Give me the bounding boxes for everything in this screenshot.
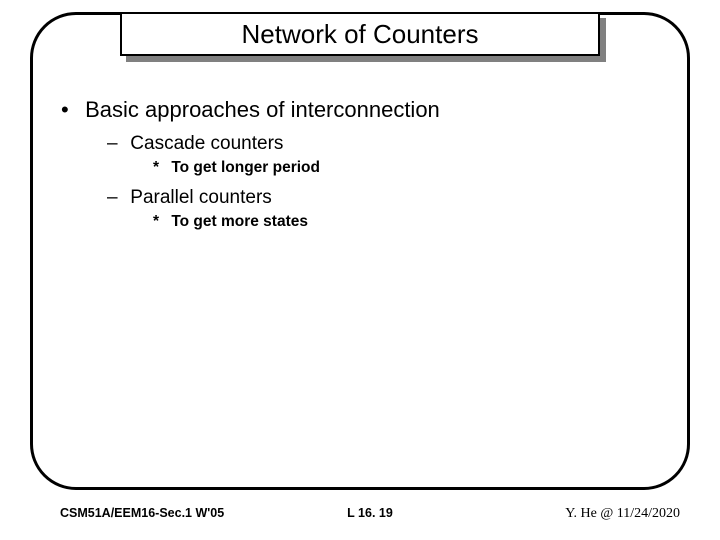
- footer-left: CSM51A/EEM16-Sec.1 W'05: [60, 506, 224, 520]
- bullet-sub2-detail-text: To get more states: [171, 213, 308, 230]
- title-container: Network of Counters: [120, 12, 600, 56]
- bullet-main-text: Basic approaches of interconnection: [85, 97, 440, 122]
- slide-title: Network of Counters: [242, 19, 479, 50]
- dash-icon: –: [107, 133, 125, 155]
- bullet-sub1-detail-text: To get longer period: [171, 159, 320, 176]
- content-area: • Basic approaches of interconnection – …: [61, 97, 659, 241]
- bullet-level2: – Parallel counters: [107, 187, 659, 209]
- slide-frame: Network of Counters • Basic approaches o…: [30, 12, 690, 490]
- bullet-level1: • Basic approaches of interconnection: [61, 97, 659, 123]
- asterisk-icon: *: [153, 213, 167, 231]
- bullet-level3: * To get longer period: [153, 159, 659, 177]
- title-box: Network of Counters: [120, 12, 600, 56]
- bullet-level2: – Cascade counters: [107, 133, 659, 155]
- footer: CSM51A/EEM16-Sec.1 W'05 L 16. 19 Y. He @…: [60, 506, 680, 522]
- footer-right: Y. He @ 11/24/2020: [565, 506, 680, 522]
- bullet-dot-icon: •: [61, 97, 79, 123]
- dash-icon: –: [107, 187, 125, 209]
- asterisk-icon: *: [153, 159, 167, 177]
- bullet-level3: * To get more states: [153, 213, 659, 231]
- bullet-sub2-text: Parallel counters: [130, 187, 272, 208]
- footer-center: L 16. 19: [347, 506, 393, 520]
- bullet-sub1-text: Cascade counters: [130, 133, 283, 154]
